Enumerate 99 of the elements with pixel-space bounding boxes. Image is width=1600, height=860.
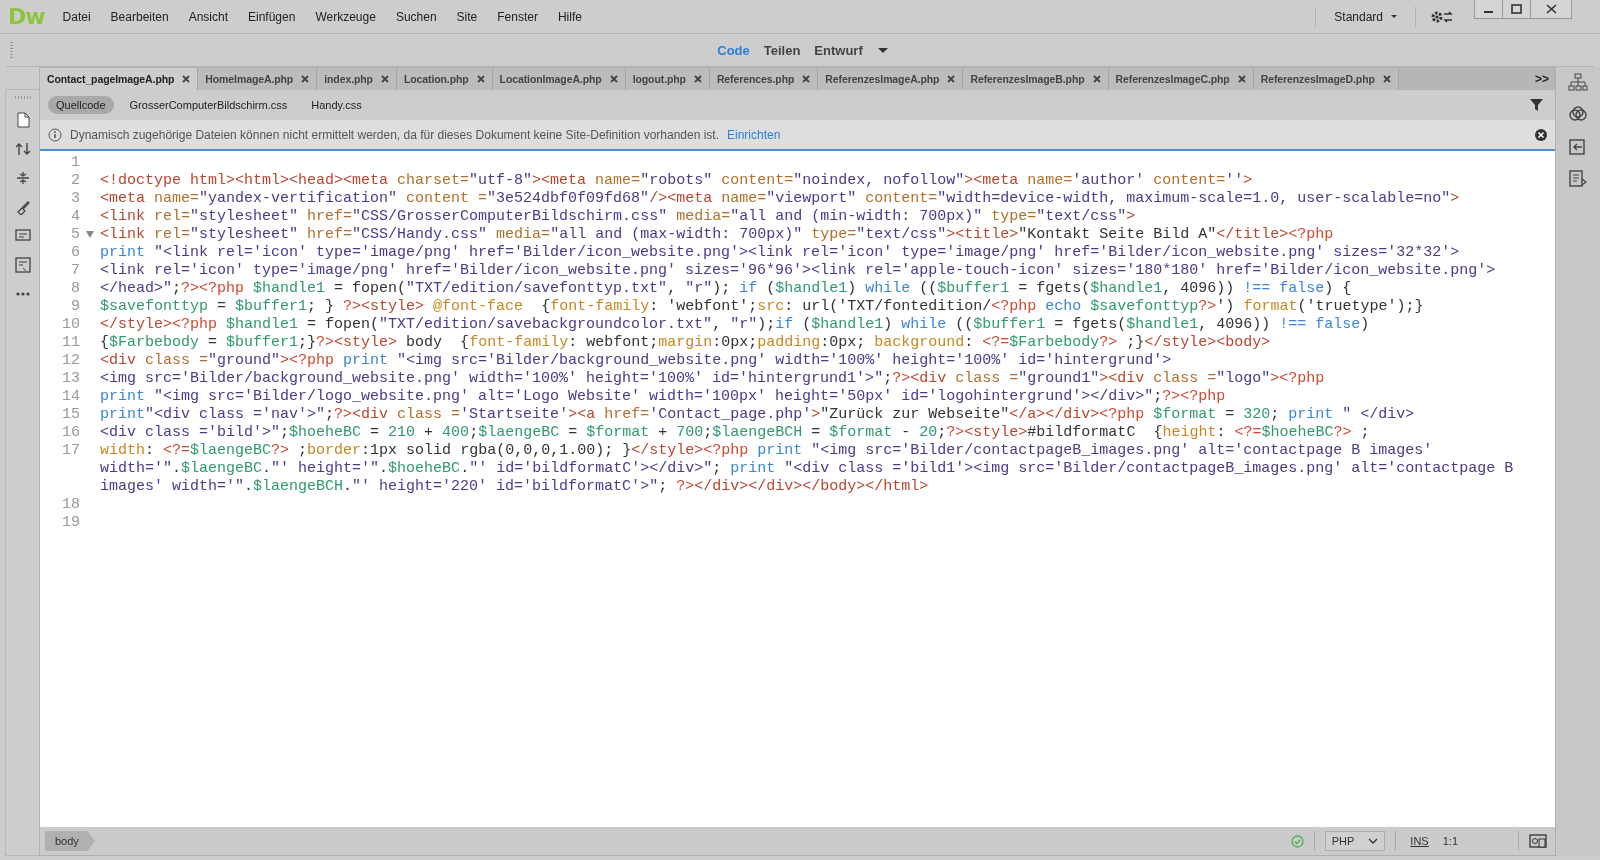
caret-icon[interactable] bbox=[877, 47, 888, 53]
file-tab[interactable]: ReferenzesImageA.php bbox=[818, 68, 964, 90]
caret-icon bbox=[1391, 15, 1397, 18]
code-line: <div class ="ground"><?php print "<img src='Bilder/background_website.png' width='100%' height='100%' id='hintergrund'> bbox=[100, 352, 1173, 370]
snippets-icon[interactable] bbox=[1568, 169, 1588, 189]
sync-settings-icon[interactable] bbox=[1430, 8, 1454, 25]
file-tab[interactable]: ReferenzesImageB.php bbox=[963, 68, 1109, 90]
code-line: <link rel="stylesheet" href="CSS/Handy.css" media="all and (max-width: 700px)" type="text/css"><title>"Kontakt Seite Bild A"</title><?php bbox=[100, 226, 1335, 244]
close-icon[interactable] bbox=[182, 75, 191, 83]
close-icon[interactable] bbox=[609, 75, 618, 83]
code-line: print "<link rel='icon' type='image/png' href='Bilder/icon_website.png'><link rel='icon' type='image/png' href='Bilder/icon_website.png' sizes='32*32'> bbox=[100, 244, 1461, 262]
line-number: 15 bbox=[61, 406, 80, 424]
menu-item[interactable]: Ansicht bbox=[178, 9, 238, 24]
menu-item[interactable]: Site bbox=[446, 9, 488, 24]
related-file-tab[interactable]: GrosserComputerBildschirm.css bbox=[121, 96, 296, 114]
file-tab[interactable]: References.php bbox=[709, 68, 819, 90]
cursor-position: 1:1 bbox=[1442, 835, 1458, 847]
menu-item[interactable]: Suchen bbox=[385, 9, 447, 24]
code-line: </style><?php $handle1 = fopen("TXT/edition/savebackgroundcolor.txt", "r");if ($handle1) while (($buffer1 = fgets($handle1, 4096)) !== false) bbox=[100, 316, 1371, 334]
code-line: width: <?=$laengeBC?> ;border:1px solid rgba(0,0,0,1.00); }</style><?php print "<img src='Bilder/contactpageB_images.png' alt='contactpage B images' width='".$laengeBC."' height='".$hoeheBC."' id='bildformatC'></div>"; print "<div class ='bild1'><img src='Bilder/contactpageB_images.png' alt='contactpage B images' width='".$laengeBCH."' height='220' id='bildformatC'>"; ?></div></div></body></html> bbox=[100, 442, 1515, 496]
code-line: <link rel="stylesheet" href="CSS/GrosserComputerBildschirm.css" media="all and (min-width: 700px)" type="text/css"> bbox=[100, 208, 1137, 226]
line-number: 17 bbox=[61, 442, 80, 461]
line-number: 10 bbox=[61, 316, 80, 334]
code-line: print"<div class ='nav'>";?><div class ='Startseite'><a href='Contact_page.php'>"Zurück zur Webseite"</a></div><?php $format = 320; print " </div> bbox=[100, 406, 1416, 424]
line-number: 19 bbox=[61, 514, 80, 532]
app-logo: Dw bbox=[8, 4, 45, 29]
menu-item[interactable]: Einfügen bbox=[238, 9, 306, 24]
line-number: 8 bbox=[70, 280, 80, 298]
code-line: <meta name="yandex-vertification" content ="3e524dbf0f09fd68"/><meta name="viewport" content="width=device-width, maximum-scale=1.0, user-scalable=no"> bbox=[100, 190, 1461, 208]
code-line: <!doctype html><html><head><meta charset="utf-8"><meta name="robots" content="noindex, nofollow"><meta name='author' content=''> bbox=[100, 172, 1254, 190]
close-icon[interactable] bbox=[802, 75, 811, 83]
filter-icon[interactable] bbox=[1530, 99, 1543, 111]
chevron-icon bbox=[1368, 838, 1379, 844]
line-number: 5 bbox=[70, 226, 80, 244]
line-number: 14 bbox=[61, 388, 80, 406]
menu-item[interactable]: Hilfe bbox=[547, 9, 592, 24]
close-icon[interactable] bbox=[1535, 128, 1547, 141]
file-tab[interactable]: Contact_pageImageA.php bbox=[40, 68, 199, 90]
menu-item[interactable]: Fenster bbox=[487, 9, 548, 24]
line-number: 4 bbox=[70, 208, 80, 226]
sitemap-icon[interactable] bbox=[1568, 73, 1588, 93]
close-icon[interactable] bbox=[476, 75, 485, 83]
maximize-icon[interactable] bbox=[1511, 4, 1522, 14]
code-line: <img src='Bilder/background_website.png' width='100%' height='100%' id='hintergrund1'>";?><div class ="ground1"><div class ="logo"><?php bbox=[100, 370, 1326, 388]
close-icon[interactable] bbox=[1382, 75, 1391, 83]
code-line: <div class ='bild'>";$hoeheBC = 210 + 400;$laengeBC = $format + 700;$laengeBCH = $format - 20;?><style>#bildformatC {height: <?=$hoeheBC?> ; bbox=[100, 424, 1371, 442]
file-tab[interactable]: ReferenzesImageC.php bbox=[1108, 68, 1254, 90]
code-line: $savefonttyp = $buffer1; } ?><style> @font-face {font-family: 'webfont';src: url('TXT/fontedition/<?php echo $savefonttyp?>') format('truetype');} bbox=[100, 298, 1425, 316]
up-down-arrows-icon[interactable] bbox=[14, 141, 31, 157]
view-tab[interactable]: Teilen bbox=[758, 42, 806, 58]
close-icon[interactable] bbox=[380, 75, 389, 83]
file-tab[interactable]: logout.php bbox=[625, 68, 710, 90]
close-icon[interactable] bbox=[947, 75, 956, 83]
line-number: 7 bbox=[70, 262, 80, 280]
code-line: </head>";?><?php $handle1 = fopen("TXT/edition/savefonttyp.txt", "r"); if ($handle1) while (($buffer1 = fgets($handle1, 4096)) !== false) { bbox=[100, 280, 1353, 298]
workspace-dropdown[interactable]: Standard bbox=[1334, 9, 1383, 24]
info-message: Dynamisch zugehörige Dateien können nicht ermittelt werden, da für dieses Dokument keine Site-Definition vorhanden ist. bbox=[70, 127, 719, 142]
line-number: 12 bbox=[61, 352, 80, 370]
info-icon bbox=[48, 127, 62, 142]
menu-item[interactable]: Datei bbox=[52, 9, 101, 24]
fold-icon[interactable] bbox=[86, 231, 94, 239]
line-number: 1 bbox=[70, 154, 80, 172]
file-tab[interactable]: Location.php bbox=[396, 68, 493, 90]
file-icon[interactable] bbox=[14, 112, 31, 128]
file-tab[interactable]: LocationImageA.php bbox=[492, 68, 626, 90]
format-icon[interactable] bbox=[14, 257, 31, 273]
line-number: 18 bbox=[61, 496, 80, 514]
file-tab[interactable]: HomeImageA.php bbox=[198, 68, 318, 90]
check-icon bbox=[1290, 834, 1304, 848]
close-icon[interactable] bbox=[1092, 75, 1101, 83]
view-tab[interactable]: Entwurf bbox=[809, 42, 868, 58]
file-tab[interactable]: ReferenzesImageD.php bbox=[1253, 68, 1399, 90]
close-icon[interactable] bbox=[1237, 75, 1246, 83]
file-tab[interactable]: index.php bbox=[317, 68, 397, 90]
line-number: 9 bbox=[70, 298, 80, 316]
insert-mode[interactable]: INS bbox=[1406, 835, 1433, 847]
code-line: <link rel='icon' type='image/png' href='Bilder/icon_website.png' sizes='96*96'><link rel='apple-touch-icon' sizes='180*180' href='Bilder/icon_website.png'> bbox=[100, 262, 1497, 280]
tag-selector[interactable]: body bbox=[45, 831, 95, 851]
language-dropdown[interactable]: PHP bbox=[1324, 831, 1386, 851]
close-icon[interactable] bbox=[1545, 4, 1557, 14]
line-number: 2 bbox=[70, 172, 80, 190]
code-line: {$Farbebody = $buffer1;}?><style> body {font-family: webfont;margin:0px;padding:0px; background: <?=$Farbebody?> ;}</style><body> bbox=[100, 334, 1272, 352]
insert-icon[interactable] bbox=[1568, 137, 1588, 157]
code-line: print "<img src='Bilder/logo_website.png' alt='Logo Website' width='100px' height='50px' id='logohintergrund'></div>";?><?php bbox=[100, 388, 1227, 406]
line-number: 16 bbox=[61, 424, 80, 442]
collapse-icon[interactable] bbox=[14, 170, 31, 186]
preview-icon[interactable] bbox=[1529, 833, 1547, 849]
close-icon[interactable] bbox=[693, 75, 702, 83]
related-file-tab[interactable]: Quellcode bbox=[48, 96, 114, 114]
related-file-tab[interactable]: Handy.css bbox=[303, 96, 370, 114]
menu-item[interactable]: Werkzeuge bbox=[305, 9, 386, 24]
line-number: 13 bbox=[61, 370, 80, 388]
line-number: 3 bbox=[70, 190, 80, 208]
menu-item[interactable]: Bearbeiten bbox=[100, 9, 179, 24]
tab-overflow-button[interactable]: >> bbox=[1529, 72, 1555, 86]
line-number: 11 bbox=[61, 334, 80, 352]
line-number: 6 bbox=[70, 244, 80, 262]
comment-icon[interactable] bbox=[14, 228, 31, 244]
close-icon[interactable] bbox=[301, 75, 310, 83]
